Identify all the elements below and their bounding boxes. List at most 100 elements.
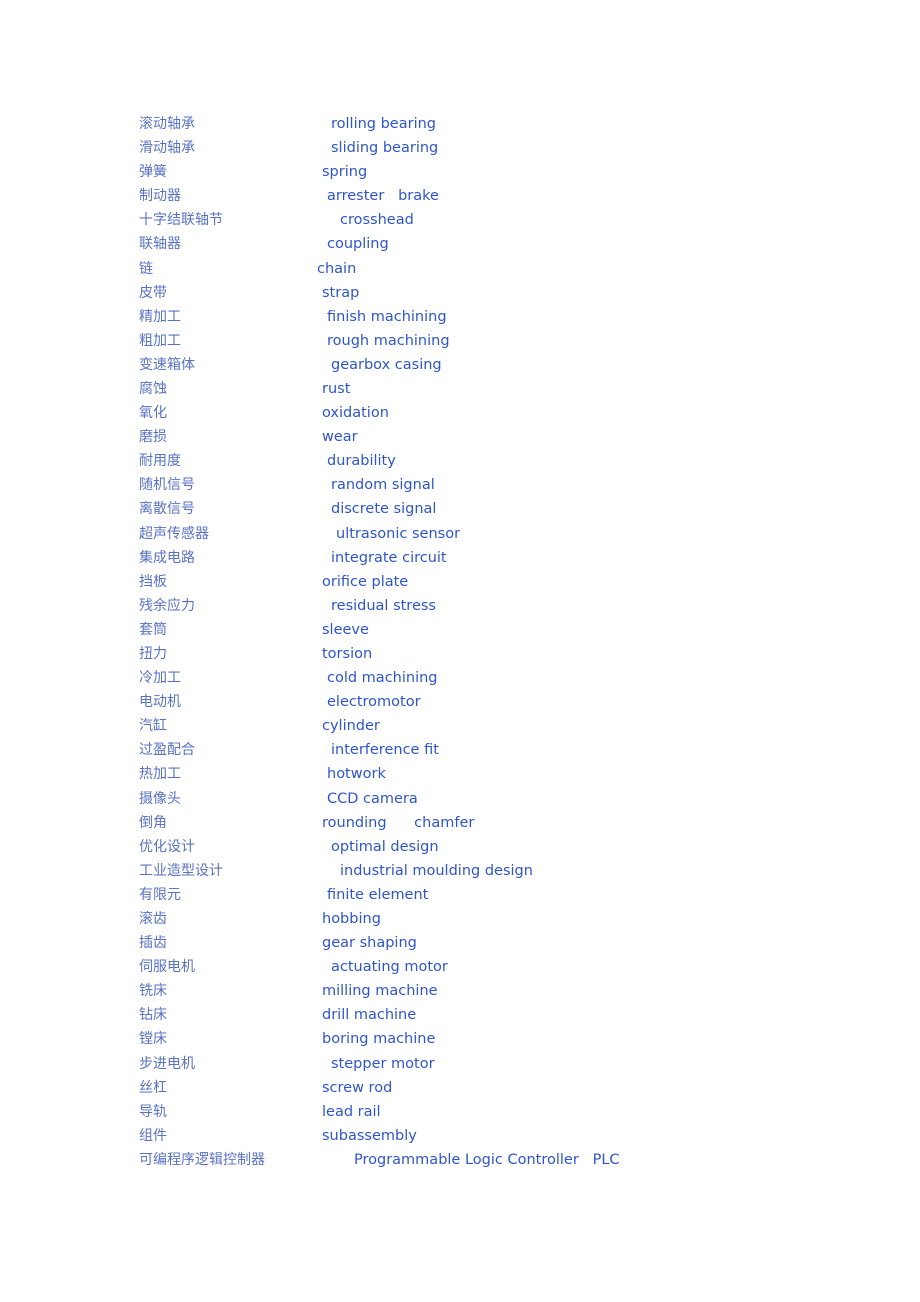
english-term: finite element (327, 886, 429, 903)
glossary-row: 插齿 gear shaping (0, 931, 920, 955)
glossary-row: 弹簧 spring (0, 160, 920, 184)
glossary-row: 挡板 orifice plate (0, 570, 920, 594)
english-term: rust (322, 381, 351, 397)
glossary-row: 导轨 lead rail (0, 1100, 920, 1124)
chinese-term: 优化设计 (139, 838, 195, 855)
chinese-term: 腐蚀 (139, 381, 167, 397)
english-term: industrial moulding design (340, 862, 533, 879)
english-term: spring (322, 164, 368, 181)
chinese-term: 过盈配合 (139, 742, 195, 759)
chinese-term: 钻床 (139, 1007, 167, 1024)
english-term: orifice plate (322, 573, 409, 590)
chinese-term: 插齿 (139, 935, 167, 952)
english-term: interference fit (331, 742, 439, 759)
english-term: hobbing (322, 911, 381, 927)
chinese-term: 集成电路 (139, 549, 195, 566)
english-term: rough machining (327, 332, 450, 349)
english-term: lead rail (322, 1103, 381, 1120)
glossary-row: 倒角 rounding chamfer (0, 811, 920, 835)
chinese-term: 磨损 (139, 429, 167, 446)
english-term: subassembly (322, 1127, 417, 1144)
glossary-row: 残余应力 residual stress (0, 594, 920, 618)
glossary-row: 腐蚀 rust (0, 377, 920, 401)
chinese-term: 滑动轴承 (139, 140, 195, 157)
english-term: wear (322, 429, 358, 446)
chinese-term: 滚齿 (139, 911, 167, 927)
chinese-term: 铣床 (139, 983, 167, 1000)
glossary-row: 超声传感器 ultrasonic sensor (0, 522, 920, 546)
english-term: milling machine (322, 983, 438, 1000)
glossary-row: 工业造型设计 industrial moulding design (0, 859, 920, 883)
english-term: Programmable Logic Controller PLC (354, 1151, 620, 1168)
english-term: random signal (331, 477, 435, 494)
glossary-row: 十字结联轴节 crosshead (0, 208, 920, 232)
chinese-term: 工业造型设计 (139, 862, 223, 879)
english-term: stepper motor (331, 1055, 435, 1072)
glossary-row: 粗加工 rough machining (0, 329, 920, 353)
glossary-row: 随机信号 random signal (0, 473, 920, 497)
glossary-row: 摄像头 CCD camera (0, 787, 920, 811)
chinese-term: 联轴器 (139, 236, 181, 253)
glossary-row: 耐用度 durability (0, 449, 920, 473)
english-term: oxidation (322, 405, 389, 422)
chinese-term: 精加工 (139, 308, 181, 325)
glossary-row: 汽缸 cylinder (0, 714, 920, 738)
english-term: drill machine (322, 1007, 417, 1024)
chinese-term: 镗床 (139, 1031, 167, 1048)
glossary-row: 皮带 strap (0, 281, 920, 305)
glossary-row: 可编程序逻辑控制器 Programmable Logic Controller P… (0, 1148, 920, 1172)
english-term: cold machining (327, 670, 438, 687)
chinese-term: 皮带 (139, 284, 167, 301)
chinese-term: 丝杠 (139, 1079, 167, 1096)
english-term: torsion (322, 646, 373, 662)
english-term: chain (317, 260, 357, 277)
glossary-row: 扭力 torsion (0, 642, 920, 666)
chinese-term: 组件 (139, 1127, 167, 1144)
english-term: CCD camera (327, 790, 418, 807)
english-term: gear shaping (322, 935, 417, 952)
glossary-row: 精加工 finish machining (0, 305, 920, 329)
chinese-term: 挡板 (139, 573, 167, 590)
english-term: electromotor (327, 694, 421, 711)
english-term: discrete signal (331, 501, 437, 518)
chinese-term: 步进电机 (139, 1055, 195, 1072)
chinese-term: 汽缸 (139, 718, 167, 735)
glossary-row: 电动机 electromotor (0, 690, 920, 714)
english-term: boring machine (322, 1031, 436, 1048)
english-term: screw rod (322, 1079, 393, 1096)
glossary-row: 滚齿 hobbing (0, 907, 920, 931)
chinese-term: 滚动轴承 (139, 116, 195, 132)
glossary-row: 联轴器 coupling (0, 232, 920, 256)
glossary-row: 镗床 boring machine (0, 1027, 920, 1051)
glossary-row: 优化设计 optimal design (0, 835, 920, 859)
chinese-term: 摄像头 (139, 790, 181, 807)
chinese-term: 耐用度 (139, 453, 181, 470)
glossary-row: 过盈配合 interference fit (0, 738, 920, 762)
english-term: optimal design (331, 838, 439, 855)
glossary-row: 制动器 arrester brake (0, 184, 920, 208)
chinese-term: 套筒 (139, 621, 167, 638)
chinese-term: 电动机 (139, 694, 181, 711)
chinese-term: 扭力 (139, 646, 167, 662)
chinese-term: 伺服电机 (139, 959, 195, 976)
glossary-row: 热加工 hotwork (0, 762, 920, 786)
glossary-row: 离散信号 discrete signal (0, 497, 920, 521)
chinese-term: 超声传感器 (139, 525, 209, 542)
english-term: ultrasonic sensor (336, 525, 461, 542)
english-term: finish machining (327, 308, 447, 325)
english-term: sleeve (322, 621, 369, 638)
glossary-row: 集成电路 integrate circuit (0, 546, 920, 570)
chinese-term: 随机信号 (139, 477, 195, 494)
glossary-row: 伺服电机 actuating motor (0, 955, 920, 979)
glossary-row: 步进电机 stepper motor (0, 1052, 920, 1076)
glossary-row: 冷加工 cold machining (0, 666, 920, 690)
glossary-row: 滚动轴承 rolling bearing (0, 112, 920, 136)
chinese-term: 粗加工 (139, 332, 181, 349)
chinese-term: 热加工 (139, 766, 181, 783)
chinese-term: 弹簧 (139, 164, 167, 181)
glossary-row: 有限元 finite element (0, 883, 920, 907)
chinese-term: 十字结联轴节 (139, 212, 223, 229)
chinese-term: 有限元 (139, 886, 181, 903)
glossary-row: 套筒 sleeve (0, 618, 920, 642)
english-term: gearbox casing (331, 356, 442, 373)
